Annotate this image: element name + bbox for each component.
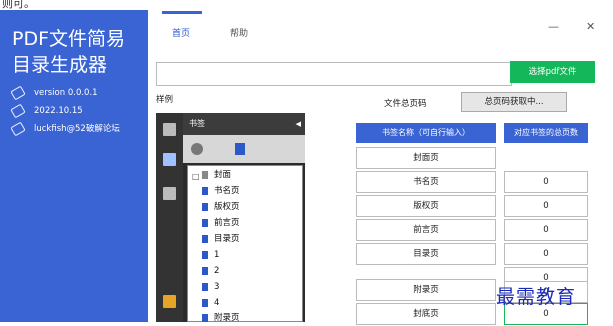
bookmark-name-input[interactable]: 目录页 [356,243,496,265]
panel-toolbar [183,135,305,163]
bookmark-icon [202,186,208,195]
tree-item-label: 前言页 [214,218,240,228]
bookmark-icon [202,234,208,243]
tree-item: 附录页 [202,310,240,326]
pdf-path-input[interactable] [156,62,512,86]
top-text: 则可。 [2,0,35,10]
sidebar: PDF文件简易 目录生成器 version 0.0.0.1 2022.10.15… [0,10,148,322]
tree-item: 2 [202,263,219,279]
tree-item: 版权页 [202,199,240,215]
bookmark-pages-header: 对应书签的总页数 [504,123,588,143]
tree-item: 书名页 [202,183,240,199]
bookmark-tree: □ 封面 书名页 版权页 前言页 目录页 1 2 3 4 附录页 [187,165,303,323]
author-text: luckfish@52破解论坛 [34,124,120,134]
bookmark-name-input[interactable]: 书名页 [356,171,496,193]
panel-header-label: 书签 [189,119,205,128]
tab-active-indicator [162,11,202,14]
bookmark-icon [202,282,208,291]
app-title-line2: 目录生成器 [12,54,108,76]
collapse-icon: ◀ [295,120,301,128]
tree-item: 4 [202,295,219,311]
bookmark-icon [202,202,208,211]
bookmark-icon [202,218,208,227]
bookmark-icon [202,313,208,322]
app-title-line1: PDF文件简易 [12,28,126,50]
bookmark-pages-input[interactable]: 0 [504,171,588,193]
panel-sidebar [156,113,183,322]
bookmark-name-input[interactable]: 封面页 [356,147,496,169]
tree-item-label: 3 [214,282,220,292]
bookmark-name-header: 书签名称（可自行输入） [356,123,496,143]
tag-icon [10,103,26,118]
bookmark-pages-input[interactable]: 0 [504,195,588,217]
date-row: 2022.10.15 [10,103,83,118]
bookmark-icon [202,266,208,275]
bookmark-name-input[interactable]: 版权页 [356,195,496,217]
version-text: version 0.0.0.1 [34,88,98,98]
tree-item: 3 [202,279,219,295]
tree-item: 目录页 [202,231,240,247]
tree-item: 封面 [202,167,231,183]
tree-item-label: 1 [214,250,220,260]
minimize-button[interactable]: — [548,20,559,33]
tag-icon [10,85,26,100]
page-icon [163,123,176,136]
bookmark-pages-input[interactable]: 0 [504,219,588,241]
bookmark-pages-input[interactable]: 0 [504,243,588,265]
watermark-text: 最需教育 [496,286,577,308]
bookmark-icon [202,250,208,259]
total-pages-label: 文件总页码 [384,99,427,109]
tab-help[interactable]: 帮助 [230,26,248,39]
bookmark-name-input[interactable]: 附录页 [356,279,496,301]
top-strip: 则可。 [0,0,613,10]
version-row: version 0.0.0.1 [10,85,98,100]
new-bookmark-icon [235,143,245,155]
gear-icon [191,143,203,155]
tag-icon [10,121,26,136]
tree-item-label: 目录页 [214,234,240,244]
bookmark-name-input[interactable]: 前言页 [356,219,496,241]
close-button[interactable]: ✕ [586,20,595,33]
date-text: 2022.10.15 [34,106,83,116]
tree-collapse-icon: □ [192,172,200,181]
structure-icon [163,187,176,200]
panel-header: 书签 ◀ [183,113,305,135]
tree-item-label: 版权页 [214,202,240,212]
author-row: luckfish@52破解论坛 [10,121,120,136]
comment-icon [163,295,176,308]
sample-bookmark-panel: 书签 ◀ □ 封面 书名页 版权页 前言页 目录页 1 2 3 4 附录页 [156,113,305,323]
total-pages-button[interactable]: 总页码获取中... [461,92,567,112]
tree-item: 前言页 [202,215,240,231]
choose-pdf-button[interactable]: 选择pdf文件 [510,61,595,83]
tree-item-label: 2 [214,266,220,276]
bookmark-icon [202,298,208,307]
app-title: PDF文件简易 目录生成器 [12,26,146,78]
tree-item-label: 封面 [214,170,232,180]
sample-label: 样例 [156,95,174,105]
tree-item: 1 [202,247,219,263]
bookmark-icon [202,170,208,179]
tab-home[interactable]: 首页 [172,26,190,39]
tree-item-label: 书名页 [214,186,240,196]
tree-item-label: 4 [214,298,220,308]
bookmark-icon [163,153,176,166]
